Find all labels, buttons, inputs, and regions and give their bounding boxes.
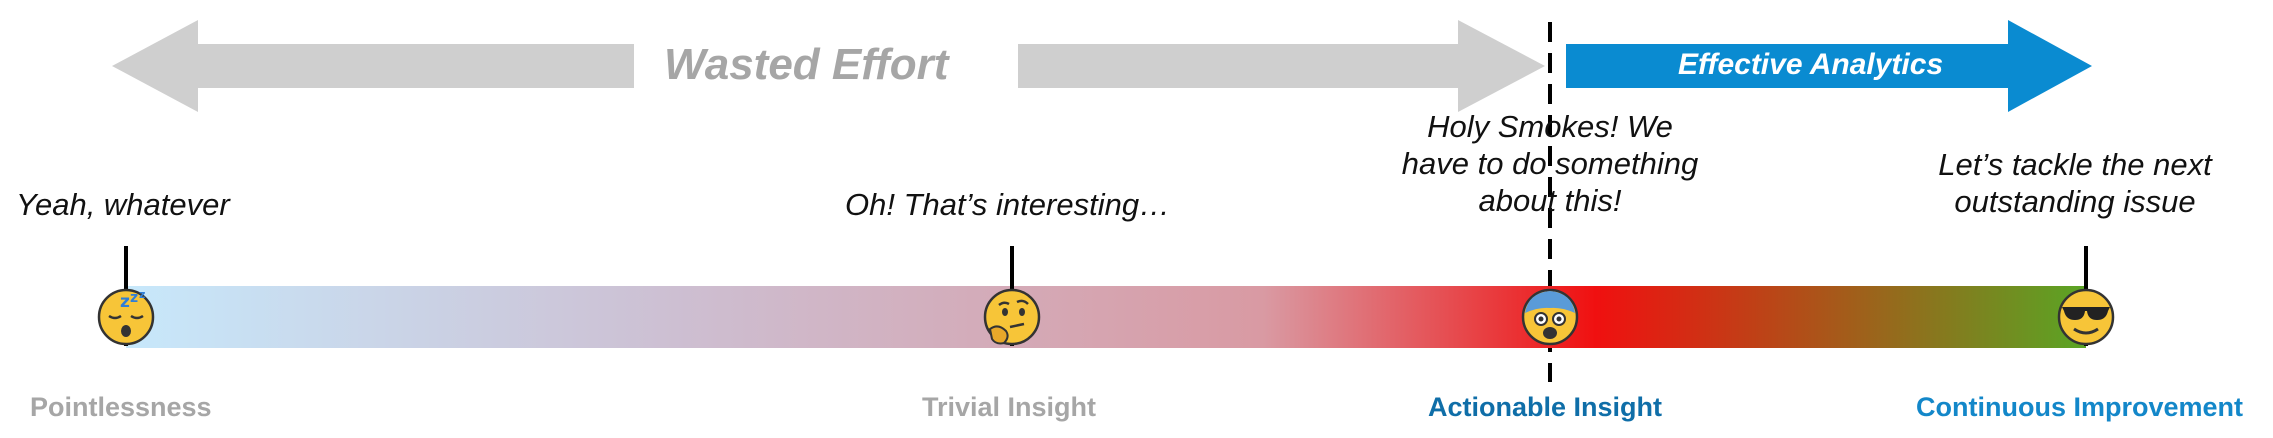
- quote-trivial-insight: Oh! That’s interesting…: [845, 187, 1171, 222]
- quote-continuous-improvement: Let’s tackle the next outstanding issue: [1938, 147, 2212, 219]
- quote-pointlessness: Yeah, whatever: [16, 187, 230, 222]
- stage-label-actionable-insight: Actionable Insight: [1428, 392, 1663, 422]
- maturity-diagram: Wasted Effort Effective Analytics Yeah, …: [0, 0, 2273, 438]
- progress-gradient-bar: [126, 286, 2086, 348]
- stage-label-pointlessness: Pointlessness: [30, 392, 212, 422]
- thinking-face-icon: [982, 287, 1042, 347]
- fearful-face-icon: [1520, 287, 1580, 347]
- svg-text:z: z: [139, 288, 145, 301]
- stage-label-continuous-improvement: Continuous Improvement: [1916, 392, 2244, 422]
- svg-text:z: z: [120, 292, 130, 312]
- sleeping-face-icon: z z z: [96, 287, 156, 347]
- sunglasses-face-icon: [2056, 287, 2116, 347]
- svg-text:z: z: [130, 290, 138, 306]
- wasted-effort-label: Wasted Effort: [664, 40, 949, 89]
- quote-actionable-insight: Holy Smokes! We have to do something abo…: [1401, 109, 1699, 218]
- stage-label-trivial-insight: Trivial Insight: [922, 392, 1097, 422]
- effective-analytics-label: Effective Analytics: [1678, 48, 1944, 81]
